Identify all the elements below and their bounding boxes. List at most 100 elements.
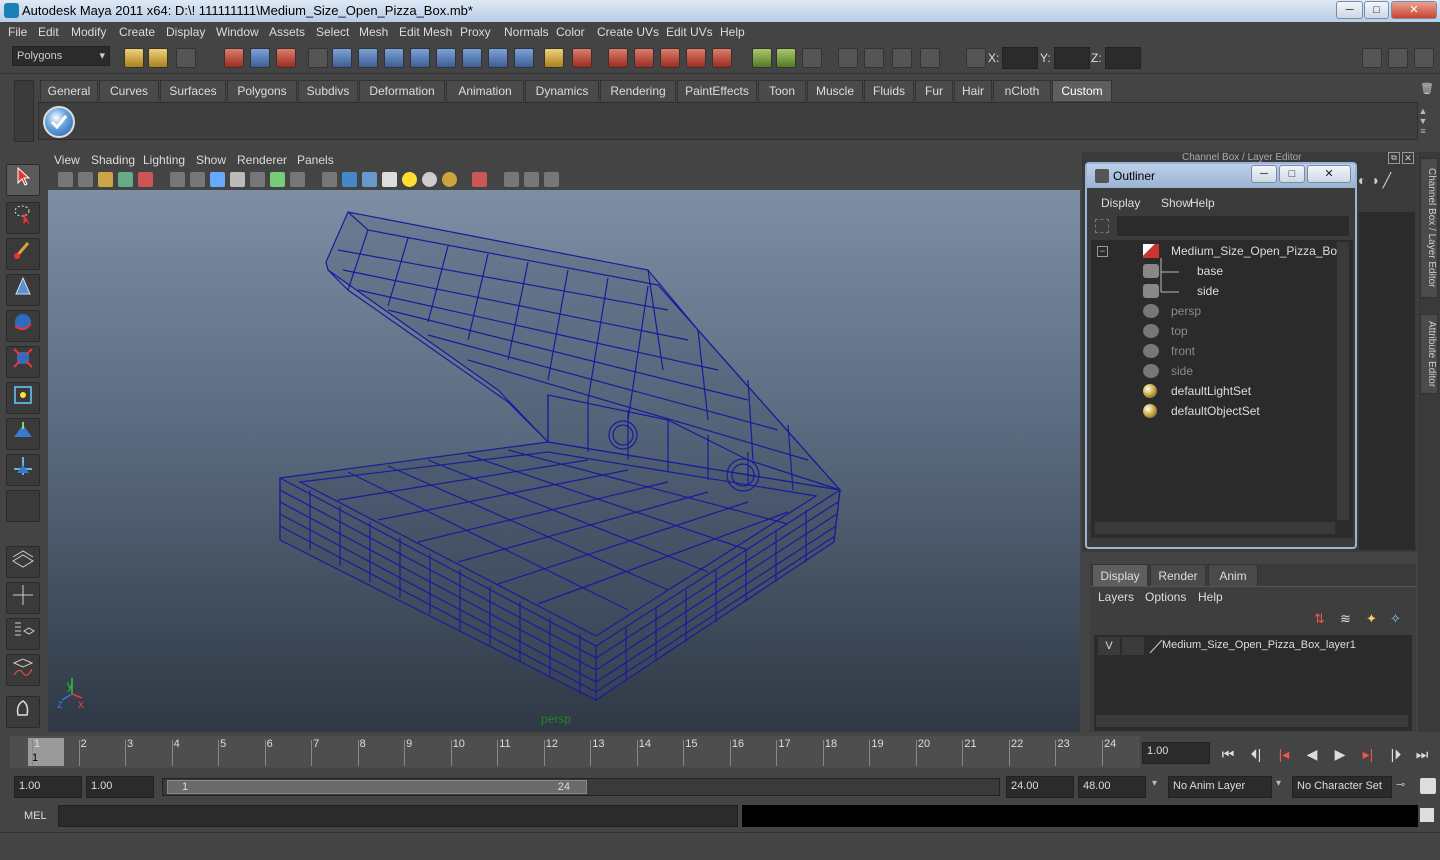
tab-subdivs[interactable]: Subdivs — [298, 80, 358, 101]
outliner-menu-display[interactable]: Display — [1101, 196, 1140, 210]
outliner-menu-show[interactable]: Show — [1161, 196, 1191, 210]
outliner-item-medium-size-open-pizza-box[interactable]: Medium_Size_Open_Pizza_Box — [1171, 244, 1343, 258]
chevron-down-icon[interactable]: ▾ — [1152, 778, 1164, 789]
vp-menu-renderer[interactable]: Renderer — [237, 153, 287, 167]
grease-pencil-icon[interactable] — [138, 172, 153, 187]
menu-modify[interactable]: Modify — [71, 25, 106, 39]
render-current-icon[interactable] — [864, 48, 884, 68]
use-all-lights-icon[interactable] — [402, 172, 417, 187]
vp-menu-view[interactable]: View — [54, 153, 80, 167]
outliner-item-defaultlightset[interactable]: defaultLightSet — [1171, 384, 1251, 398]
select-dynamic-icon[interactable] — [462, 48, 482, 68]
snap-grid-icon[interactable] — [608, 48, 628, 68]
snap-live-icon[interactable] — [712, 48, 732, 68]
outliner-item-side[interactable]: side — [1197, 284, 1219, 298]
outliner-horizontal-scrollbar[interactable] — [1095, 522, 1335, 534]
end-time-field[interactable]: 48.00 — [1078, 776, 1146, 798]
field-chart-icon[interactable] — [250, 172, 265, 187]
menu-edit-uvs[interactable]: Edit UVs — [666, 25, 713, 39]
select-handle-icon[interactable] — [332, 48, 352, 68]
outliner-menu-help[interactable]: Help — [1190, 196, 1215, 210]
y-field[interactable] — [1054, 47, 1090, 69]
render-view-icon[interactable] — [838, 48, 858, 68]
select-camera-icon[interactable] — [58, 172, 73, 187]
channel-box-icons[interactable]: ◐ ◑ ╱ — [1358, 172, 1414, 192]
menu-mesh[interactable]: Mesh — [359, 25, 388, 39]
lock-icon[interactable] — [544, 48, 564, 68]
chevron-down-icon[interactable]: ▾ — [1276, 778, 1288, 789]
time-slider[interactable]: 1 1 2 3 4 5 6 7 8 9 10 11 12 13 14 15 16 17 18 19 20 21 22 23 2… — [10, 736, 1140, 768]
anim-layer-dropdown[interactable]: No Anim Layer — [1168, 776, 1272, 798]
tab-hair[interactable]: Hair — [954, 80, 992, 101]
menu-edit-mesh[interactable]: Edit Mesh — [399, 25, 452, 39]
tab-muscle[interactable]: Muscle — [807, 80, 863, 101]
shadows-icon[interactable] — [422, 172, 437, 187]
textured-icon[interactable] — [382, 172, 397, 187]
safe-action-icon[interactable] — [270, 172, 285, 187]
character-set-dropdown[interactable]: No Character Set — [1292, 776, 1392, 798]
playback-start-field[interactable]: 1.00 — [86, 776, 154, 798]
layer-menu-help[interactable]: Help — [1198, 590, 1223, 604]
menu-normals[interactable]: Normals — [504, 25, 549, 39]
lock-selection-icon[interactable] — [308, 48, 328, 68]
select-misc-icon[interactable] — [514, 48, 534, 68]
tab-animation[interactable]: Animation — [446, 80, 524, 101]
rotate-tool-icon[interactable] — [6, 310, 40, 342]
select-curve-icon[interactable] — [384, 48, 404, 68]
select-hierarchy-icon[interactable] — [224, 48, 244, 68]
bookmarks-icon[interactable] — [98, 172, 113, 187]
tab-ncloth[interactable]: nCloth — [993, 80, 1051, 101]
outliner-item-base[interactable]: base — [1197, 264, 1223, 278]
outliner-vertical-scrollbar[interactable] — [1337, 242, 1349, 520]
layer-name[interactable]: Medium_Size_Open_Pizza_Box_layer1 — [1162, 639, 1356, 651]
layer-menu-layers[interactable]: Layers — [1098, 590, 1134, 604]
safe-title-icon[interactable] — [290, 172, 305, 187]
lasso-tool-icon[interactable] — [6, 202, 40, 234]
show-tool-settings-icon[interactable] — [1388, 48, 1408, 68]
layer-tab-display[interactable]: Display — [1092, 564, 1148, 586]
perspective-viewport[interactable]: y x z persp — [48, 190, 1080, 732]
minimize-button[interactable]: ─ — [1336, 1, 1363, 19]
outliner-close-button[interactable]: ✕ — [1307, 165, 1351, 183]
four-view-layout-icon[interactable] — [6, 582, 40, 614]
isolate-select-icon[interactable] — [472, 172, 487, 187]
menu-select[interactable]: Select — [316, 25, 349, 39]
menu-proxy[interactable]: Proxy — [460, 25, 491, 39]
tab-curves[interactable]: Curves — [99, 80, 159, 101]
step-back-frame-icon[interactable]: ⏴| — [1246, 744, 1266, 764]
new-scene-icon[interactable] — [124, 48, 144, 68]
vp-menu-lighting[interactable]: Lighting — [143, 153, 185, 167]
layer-visibility-toggle[interactable]: V — [1098, 637, 1120, 655]
tab-rendering[interactable]: Rendering — [600, 80, 676, 101]
step-back-key-icon[interactable]: |◂ — [1274, 744, 1294, 764]
universal-manipulator-icon[interactable] — [6, 382, 40, 414]
last-tool-slot[interactable] — [6, 490, 40, 522]
output-ops-icon[interactable] — [776, 48, 796, 68]
grid-icon[interactable] — [170, 172, 185, 187]
current-time-field[interactable]: 1.00 — [1142, 742, 1210, 764]
move-layer-down-icon[interactable]: ≋ — [1340, 611, 1358, 629]
high-quality-icon[interactable] — [442, 172, 457, 187]
command-language-label[interactable]: MEL — [24, 810, 47, 822]
select-surface-icon[interactable] — [410, 48, 430, 68]
move-layer-up-icon[interactable]: ⇅ — [1314, 611, 1332, 629]
menu-assets[interactable]: Assets — [269, 25, 305, 39]
playback-end-field[interactable]: 24.00 — [1006, 776, 1074, 798]
outliner-item-front[interactable]: front — [1171, 344, 1195, 358]
show-attribute-editor-icon[interactable] — [1362, 48, 1382, 68]
persp-outliner-layout-icon[interactable] — [6, 618, 40, 650]
tab-channel-box-layer-editor[interactable]: Channel Box / Layer Editor — [1420, 158, 1438, 298]
smooth-shade-icon[interactable] — [342, 172, 357, 187]
step-forward-frame-icon[interactable]: |⏵ — [1386, 744, 1406, 764]
vp-menu-panels[interactable]: Panels — [297, 153, 334, 167]
menu-display[interactable]: Display — [166, 25, 205, 39]
x-field[interactable] — [1002, 47, 1038, 69]
persp-graph-layout-icon[interactable] — [6, 654, 40, 686]
layer-horizontal-scrollbar[interactable] — [1096, 715, 1408, 727]
layer-tab-anim[interactable]: Anim — [1208, 564, 1258, 586]
wireframe-icon[interactable] — [322, 172, 337, 187]
tab-custom[interactable]: Custom — [1052, 80, 1112, 101]
trash-icon[interactable]: 🗑 — [1420, 82, 1434, 96]
tab-toon[interactable]: Toon — [758, 80, 806, 101]
outliner-item-defaultobjectset[interactable]: defaultObjectSet — [1171, 404, 1260, 418]
